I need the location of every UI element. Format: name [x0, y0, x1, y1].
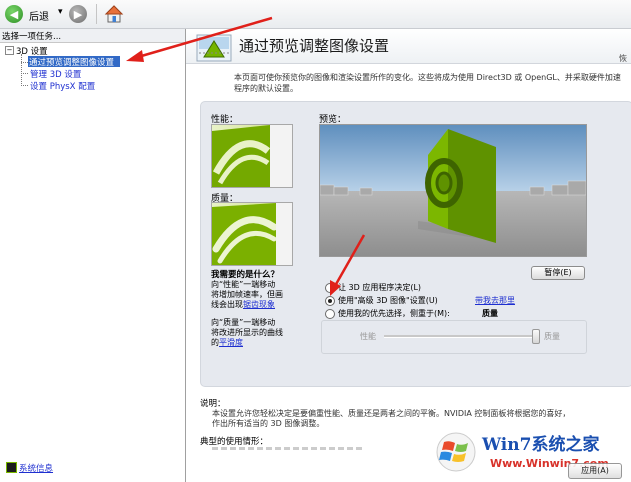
help-text-fragment: 的 [211, 338, 219, 347]
help-text-line: 向“性能”一端移动 [211, 280, 276, 289]
tree-connector [21, 85, 28, 86]
forward-icon[interactable]: ▶ [69, 5, 87, 23]
tree-connector [21, 73, 28, 74]
help-text-line: 将改进所显示的曲线 [211, 328, 283, 337]
help-title: 我需要的是什么？ [211, 270, 280, 280]
3d-preview-viewport[interactable] [319, 124, 587, 257]
settings-panel: 性能： 质量： 我需要的是什么？ 向“性能”一端移动 将增加帧速率，但画 线会出… [200, 101, 631, 387]
slider-title: 质量 [482, 309, 498, 318]
slider-thumb[interactable] [532, 329, 540, 344]
explanation-title: 说明： [200, 399, 226, 409]
tree-connector [21, 62, 28, 63]
apply-button[interactable]: 应用(A) [568, 463, 622, 479]
content-area: 通过预览调整图像设置 恢 本页面可使你预览你的图像和渲染设置所作的变化。这些将成… [186, 29, 631, 482]
nvidia-logo-icon [212, 203, 292, 265]
smoothness-link[interactable]: 平滑度 [219, 338, 243, 347]
system-info-icon[interactable] [6, 462, 17, 473]
help-text-line: 线会出现锯齿现象 [211, 300, 301, 310]
nvidia-logo-icon [212, 125, 292, 187]
toolbar-divider [96, 4, 97, 24]
back-button-label[interactable]: 后退 [29, 8, 49, 23]
toolbar: ◀ 后退 ▾ ▶ [0, 0, 631, 29]
apply-button-label: 应用(A) [581, 466, 609, 475]
description-line: 本页面可使你预览你的图像和渲染设置所作的变化。这些将成为使用 Direct3D … [234, 73, 621, 82]
option-app-controlled-label[interactable]: 让 3D 应用程序决定(L) [338, 282, 421, 293]
radio-advanced-3d-settings[interactable] [325, 296, 335, 306]
task-pane: 选择一项任务... − 3D 设置 通过预览调整图像设置 管理 3D 设置 设置… [0, 29, 186, 482]
banner-separator [186, 63, 631, 64]
watermark-brand: Win7系统之家 [482, 435, 600, 455]
tree-item-physx-configuration[interactable]: 设置 PhysX 配置 [30, 80, 95, 92]
description-line: 程序的默认设置。 [234, 84, 298, 93]
aliasing-link[interactable]: 锯齿现象 [243, 300, 275, 309]
radio-app-controlled[interactable] [325, 283, 335, 293]
task-pane-header: 选择一项任务... [0, 29, 185, 43]
page-title: 通过预览调整图像设置 [239, 37, 390, 55]
tree-item-manage-3d-settings[interactable]: 管理 3D 设置 [30, 68, 81, 80]
windows-logo-icon [436, 432, 476, 472]
help-text-line: 向“质量”一端移动 [211, 318, 276, 327]
explanation-line: 本设置允许您轻松决定是要偏重性能、质量还是两者之间的平衡。NVIDIA 控制面板… [212, 409, 571, 418]
slider-right-label: 质量 [544, 332, 560, 341]
pause-button[interactable]: 暂停(E) [531, 266, 585, 280]
back-dropdown-icon[interactable]: ▾ [58, 7, 63, 17]
take-me-there-link[interactable]: 带我去那里 [475, 295, 515, 306]
option-my-preference-label[interactable]: 使用我的优先选择，侧重于(M): [338, 308, 450, 319]
performance-preview-thumbnail [211, 124, 293, 188]
home-icon[interactable] [104, 4, 124, 24]
tree-connector [21, 54, 22, 86]
3d-settings-page-icon [196, 34, 232, 62]
quality-preview-thumbnail [211, 202, 293, 266]
page-description: 本页面可使你预览你的图像和渲染设置所作的变化。这些将成为使用 Direct3D … [234, 72, 631, 94]
slider-left-label: 性能 [360, 332, 376, 341]
tree-item-preview-image-settings[interactable]: 通过预览调整图像设置 [28, 56, 120, 68]
radio-my-preference[interactable] [325, 309, 335, 319]
pause-button-label: 暂停(E) [544, 268, 572, 277]
option-advanced-3d-settings-label[interactable]: 使用"高级 3D 图像"设置(U) [338, 295, 438, 306]
typical-usage-title: 典型的使用情形： [200, 437, 269, 447]
help-text-line: 的平滑度 [211, 338, 301, 348]
task-pane-title: 选择一项任务... [2, 32, 62, 42]
tree-collapse-icon[interactable]: − [5, 46, 14, 55]
rotating-logo-scene [320, 125, 586, 256]
help-quality-text: 向“质量”一端移动 将改进所显示的曲线 的平滑度 [211, 318, 301, 348]
slider-track[interactable] [384, 335, 536, 338]
preference-slider-box: 性能 质量 [321, 320, 587, 354]
help-text-fragment: 线会出现 [211, 300, 243, 309]
system-info-link[interactable]: 系统信息 [19, 462, 53, 474]
help-text-line: 将增加帧速率，但画 [211, 290, 283, 299]
help-performance-text: 向“性能”一端移动 将增加帧速率，但画 线会出现锯齿现象 [211, 280, 301, 310]
page-banner: 通过预览调整图像设置 恢 [186, 29, 631, 63]
tree-item-label: 通过预览调整图像设置 [29, 58, 115, 68]
back-icon[interactable]: ◀ [5, 5, 23, 23]
typical-usage-text-cutoff [212, 447, 362, 450]
